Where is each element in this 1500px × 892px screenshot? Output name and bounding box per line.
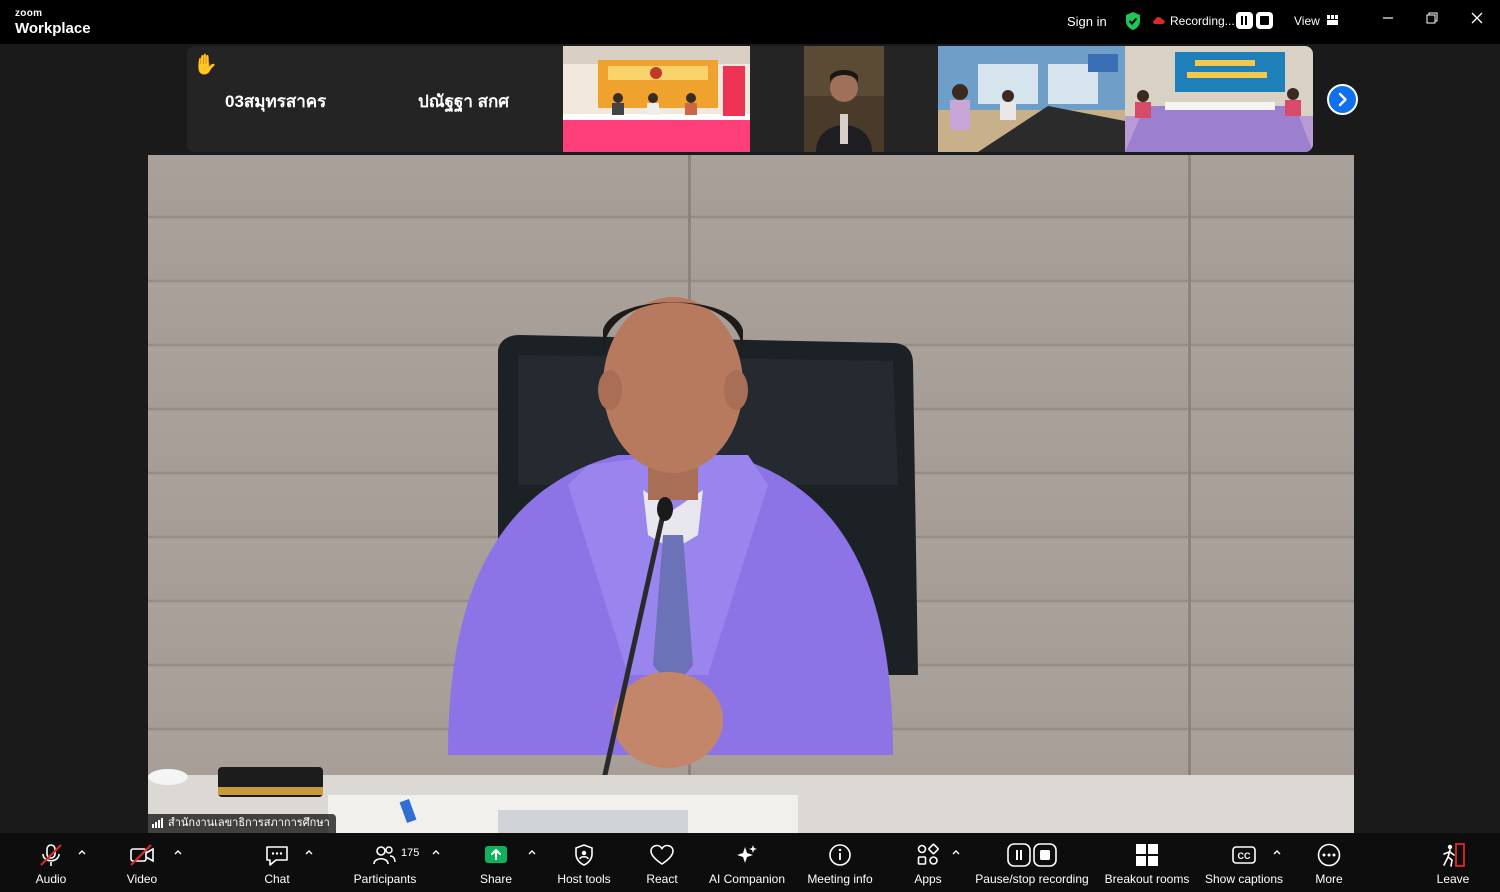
chevron-up-icon[interactable]: [431, 848, 441, 856]
chevron-up-icon[interactable]: [304, 848, 314, 856]
speaker-name: สำนักงานเลขาธิการสภาการศึกษา: [168, 817, 330, 829]
react-button[interactable]: React: [637, 833, 687, 892]
stop-icon: [1260, 16, 1269, 25]
share-button[interactable]: Share: [471, 833, 521, 892]
participant-video-tile[interactable]: [804, 46, 884, 152]
pause-stop-recording-label: Pause/stop recording: [975, 872, 1089, 886]
sparkle-icon: [737, 845, 757, 863]
meeting-info-label: Meeting info: [807, 872, 873, 886]
participant-video-tile[interactable]: [563, 46, 750, 152]
chat-button[interactable]: Chat: [252, 833, 302, 892]
restore-button[interactable]: [1420, 10, 1444, 30]
more-icon: [1317, 843, 1341, 867]
close-button[interactable]: [1465, 10, 1489, 30]
react-label: React: [646, 872, 678, 886]
zoom-logo: zoom Workplace: [15, 8, 91, 37]
audio-label: Audio: [35, 872, 67, 886]
leave-door-icon: [1443, 843, 1465, 867]
stop-recording-button[interactable]: [1256, 12, 1273, 29]
speaker-scene: [148, 297, 1354, 833]
active-speaker-video[interactable]: สำนักงานเลขาธิการสภาการศึกษา: [148, 155, 1354, 833]
restore-icon: [1426, 12, 1438, 24]
cloud-record-icon: [1153, 17, 1165, 24]
leave-button[interactable]: Leave: [1428, 833, 1478, 892]
participant-name[interactable]: ปณัฐฐา สกศ: [418, 88, 509, 115]
participant-video-tile[interactable]: [1125, 46, 1313, 152]
raised-hand-icon: ✋: [193, 54, 218, 76]
chevron-up-icon[interactable]: [527, 848, 537, 856]
leave-label: Leave: [1436, 872, 1470, 886]
ai-companion-button[interactable]: AI Companion: [706, 833, 788, 892]
close-icon: [1471, 12, 1483, 24]
more-button[interactable]: More: [1304, 833, 1354, 892]
apps-label: Apps: [914, 872, 942, 886]
meeting-toolbar: Audio Video Chat Participants 175 Share …: [0, 833, 1500, 892]
participants-label: Participants: [353, 872, 417, 886]
host-tools-label: Host tools: [557, 872, 611, 886]
grid-view-icon[interactable]: [1327, 15, 1338, 25]
participant-name[interactable]: 03สมุทรสาคร: [225, 88, 326, 115]
svg-text:CC: CC: [1238, 851, 1251, 861]
heart-icon: [650, 844, 674, 865]
sign-in-link[interactable]: Sign in: [1067, 14, 1107, 29]
apps-button[interactable]: Apps: [903, 833, 953, 892]
signal-strength-icon: [152, 818, 164, 829]
ai-companion-label: AI Companion: [708, 872, 786, 886]
video-label: Video: [126, 872, 158, 886]
pause-icon: [1241, 16, 1243, 25]
show-captions-button[interactable]: CC Show captions: [1203, 833, 1285, 892]
title-bar: zoom Workplace Sign in Recording... View: [0, 0, 1500, 44]
show-captions-label: Show captions: [1204, 872, 1284, 886]
shield-check-icon[interactable]: [1124, 11, 1142, 31]
microphone-muted-icon: [40, 844, 62, 866]
speaker-name-label: สำนักงานเลขาธิการสภาการศึกษา: [148, 814, 336, 833]
breakout-rooms-label: Breakout rooms: [1104, 872, 1190, 886]
host-tools-button[interactable]: Host tools: [553, 833, 615, 892]
breakout-rooms-button[interactable]: Breakout rooms: [1102, 833, 1192, 892]
pause-recording-button[interactable]: [1236, 12, 1253, 29]
chevron-up-icon[interactable]: [77, 848, 87, 856]
chat-bubble-icon: [266, 846, 288, 866]
captions-icon: CC: [1232, 846, 1256, 864]
participants-button[interactable]: Participants: [349, 833, 421, 892]
chat-label: Chat: [264, 872, 290, 886]
brand-name: Workplace: [15, 20, 91, 37]
share-label: Share: [479, 872, 513, 886]
participant-video-tile[interactable]: [938, 46, 1125, 152]
chevron-right-icon: [1338, 92, 1347, 107]
chevron-up-icon[interactable]: [951, 848, 961, 856]
pause-stop-recording-button[interactable]: Pause/stop recording: [972, 833, 1092, 892]
info-icon: [829, 844, 851, 866]
chevron-up-icon[interactable]: [1272, 848, 1282, 856]
view-button[interactable]: View: [1294, 14, 1320, 28]
recording-status: Recording...: [1170, 14, 1235, 28]
minimize-button[interactable]: [1376, 10, 1400, 30]
camera-off-icon: [130, 844, 154, 866]
pause-stop-icon: [1007, 843, 1057, 867]
more-label: More: [1315, 872, 1343, 886]
audio-button[interactable]: Audio: [26, 833, 76, 892]
breakout-rooms-icon: [1136, 844, 1158, 866]
meeting-info-button[interactable]: Meeting info: [803, 833, 877, 892]
video-button[interactable]: Video: [117, 833, 167, 892]
share-screen-icon: [485, 846, 507, 863]
apps-icon: [917, 843, 939, 865]
minimize-icon: [1383, 17, 1393, 19]
brand-small: zoom: [15, 8, 43, 19]
next-page-button[interactable]: [1327, 84, 1358, 115]
participants-count: 175: [401, 847, 420, 859]
participants-icon: [373, 846, 396, 865]
chevron-up-icon[interactable]: [173, 848, 183, 856]
shield-icon: [575, 844, 593, 866]
gallery-strip: ✋ 03สมุทรสาคร ปณัฐฐา สกศ: [187, 46, 1313, 152]
